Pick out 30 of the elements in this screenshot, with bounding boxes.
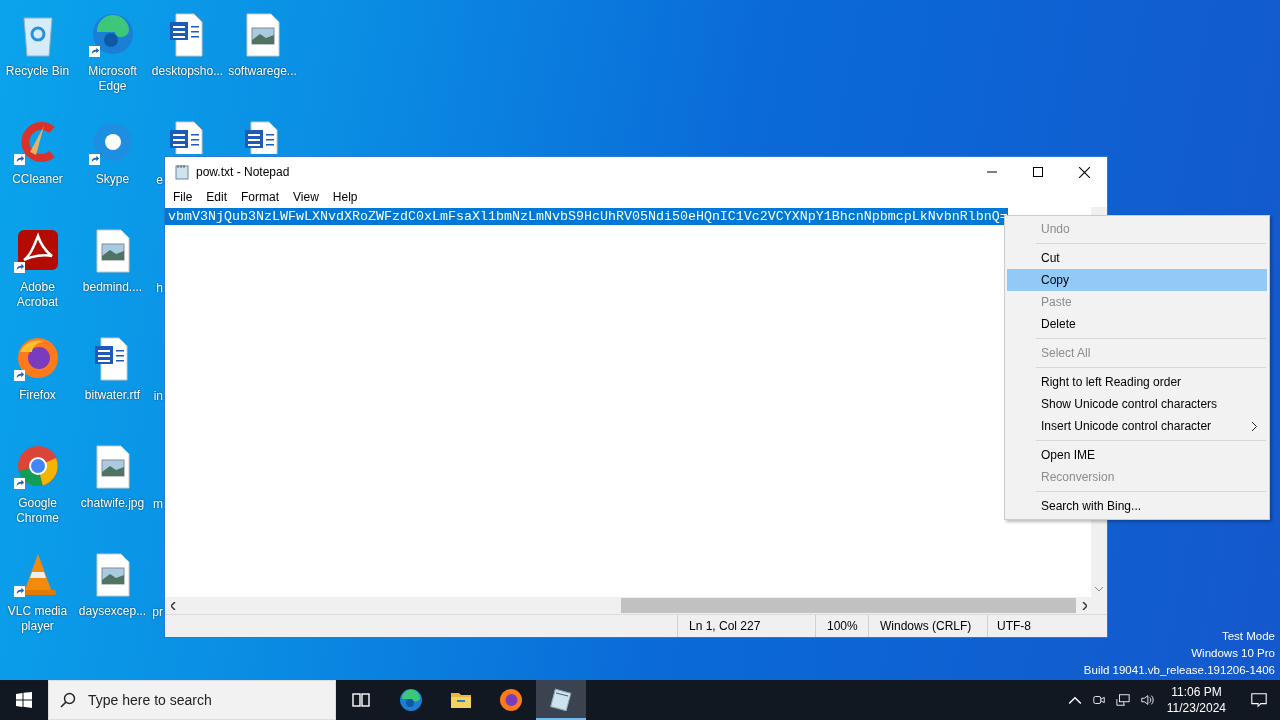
- status-text: UTF-8: [996, 618, 1032, 635]
- window-title: pow.txt - Notepad: [196, 165, 290, 179]
- system-watermark-text: Build 19041.vb_release.191206-1406: [1083, 663, 1275, 678]
- status-text: Windows (CRLF): [869, 615, 988, 637]
- desktop-icon-label: chatwife.jpg: [79, 496, 146, 511]
- desktop-icon-label: Google Chrome: [15, 496, 60, 526]
- system-watermark-text: Windows 10 Pro: [1191, 646, 1275, 661]
- status-text: 100%: [816, 615, 869, 637]
- clock-time: 11:06 PM: [1171, 684, 1222, 700]
- desktop-icon-label: m: [153, 497, 163, 512]
- desktop-icon-label: bedmind....: [81, 280, 144, 295]
- desktop-icon-label: h: [156, 281, 163, 296]
- desktop-icon-label: softwarege...: [227, 64, 298, 79]
- desktop-icon-label: Microsoft Edge: [87, 64, 138, 94]
- desktop-icon-label: Recycle Bin: [4, 64, 71, 79]
- system-watermark-text: Test Mode: [1221, 629, 1275, 644]
- desktop-icon-label: desktopsho...: [150, 64, 225, 79]
- desktop-icon-label: e: [156, 173, 163, 188]
- desktop-icon-label: in: [153, 389, 163, 404]
- status-text: Ln 1, Col 227: [678, 615, 816, 637]
- desktop-icon-label: Skype: [94, 172, 131, 187]
- desktop-icon-label: CCleaner: [11, 172, 64, 187]
- selected-text: vbmV3NjQub3NzLWFwLXNvdXRoZWFzdC0xLmFsaXl1bmNzLmNvbS9HcUhRV05Ndi50eHQnIC1Vc2VCYXNpY1BhcnNpbmcpLkNvbnRlbnQ=: [165, 208, 1008, 225]
- desktop-icon-label: daysexcep...: [77, 604, 148, 619]
- desktop-icon-label: Adobe Acrobat: [15, 280, 60, 310]
- desktop-icon-label: VLC media player: [6, 604, 69, 634]
- desktop-icon-label: pr: [152, 605, 163, 620]
- clock-date: 11/23/2024: [1166, 700, 1226, 716]
- desktop-icon-label: Firefox: [18, 388, 57, 403]
- desktop-icon-label: bitwater.rtf: [83, 388, 142, 403]
